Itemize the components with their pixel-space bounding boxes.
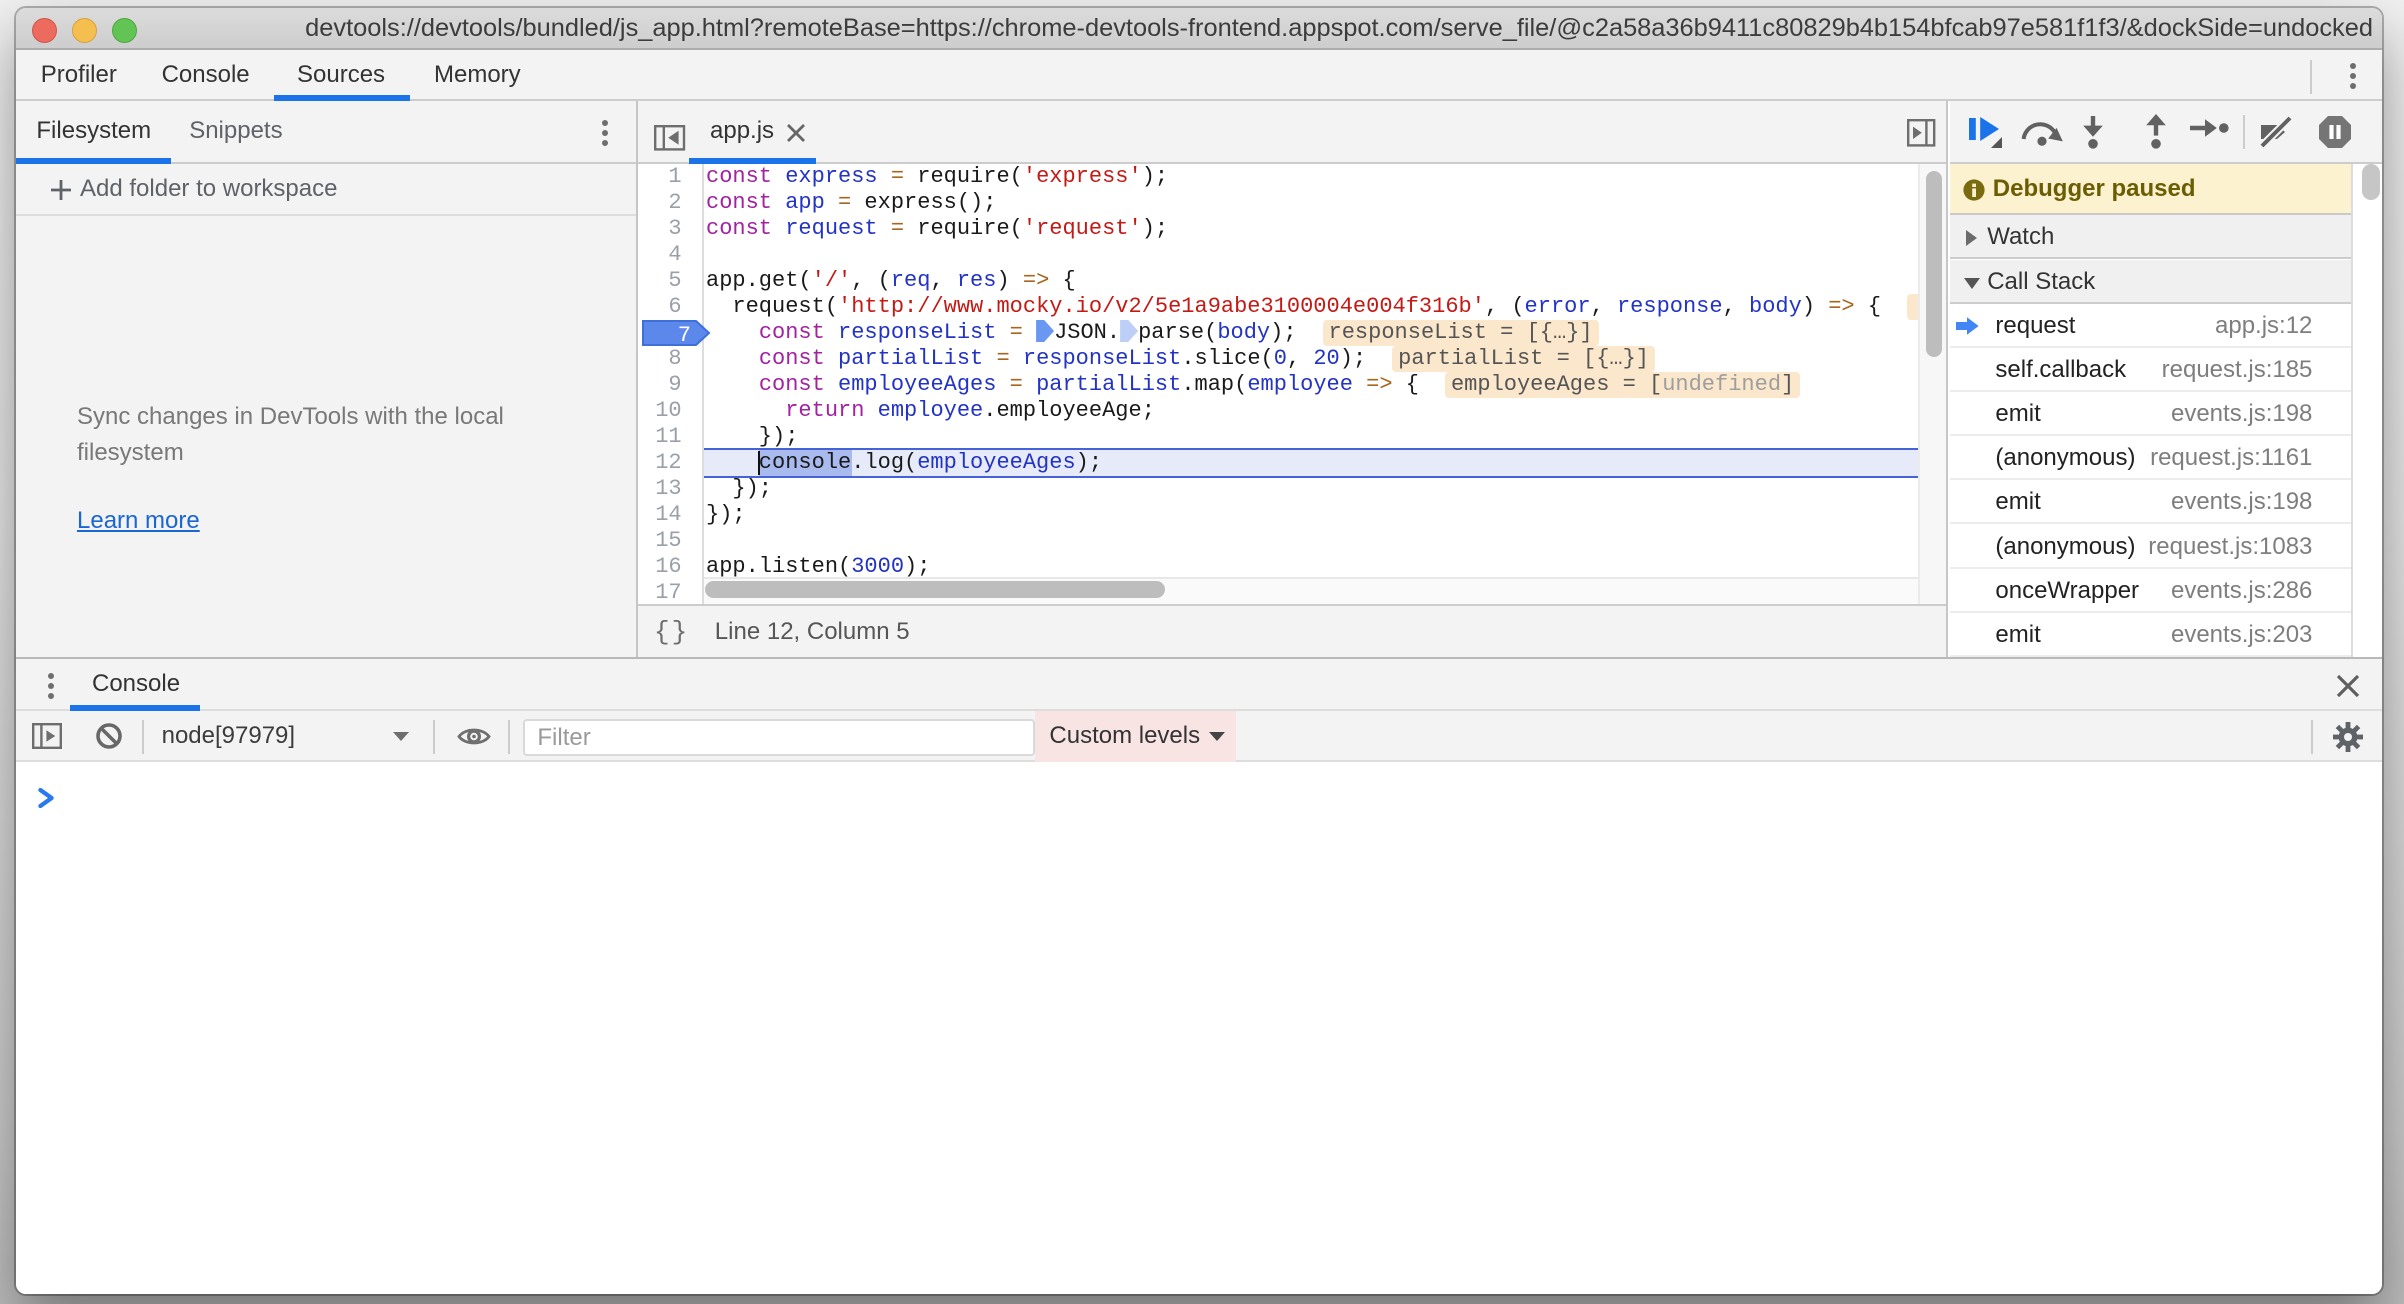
svg-text:7: 7 bbox=[678, 323, 691, 346]
